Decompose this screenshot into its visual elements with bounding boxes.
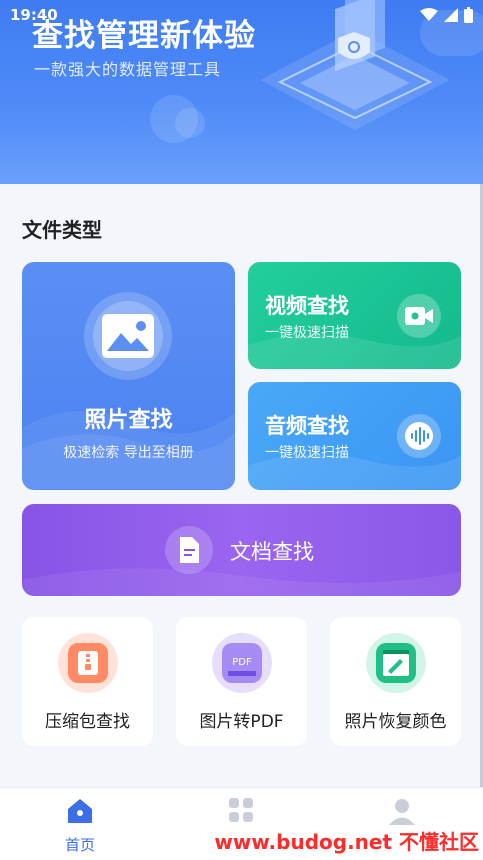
nav-home[interactable]: 首页 <box>40 796 120 855</box>
audio-icon-wrap <box>397 414 441 458</box>
image-icon-wrap <box>84 292 172 380</box>
pdf-icon-wrap: PDF <box>212 633 272 693</box>
status-icons <box>420 7 473 23</box>
document-search-title: 文档查找 <box>230 540 314 564</box>
video-icon-wrap <box>397 294 441 338</box>
photo-search-title: 照片查找 <box>84 408 173 433</box>
photo-colorize-tool[interactable]: 照片恢复颜色 <box>330 617 461 746</box>
audio-search-title: 音频查找 <box>265 414 349 438</box>
nav-home-label: 首页 <box>64 836 95 854</box>
document-icon <box>180 537 199 563</box>
photo-search-card[interactable]: 照片查找 极速检索 导出至相册 <box>22 262 235 490</box>
grid-icon <box>229 798 253 822</box>
signal-icon <box>444 8 458 22</box>
battery-icon <box>464 7 473 23</box>
home-icon <box>68 799 92 823</box>
video-camera-icon <box>405 307 433 325</box>
paint-icon-wrap <box>366 633 426 693</box>
zip-search-label: 压缩包查找 <box>45 712 130 732</box>
image-to-pdf-label: 图片转PDF <box>199 712 284 732</box>
header-banner: 19:40 查找管理新体验 一款强大的数据管理工具 <box>0 0 483 184</box>
header-subtitle: 一款强大的数据管理工具 <box>34 60 222 79</box>
cloud-decoration <box>175 108 205 138</box>
audio-wave-icon <box>405 422 433 450</box>
video-search-card[interactable]: 视频查找 一键极速扫描 <box>248 262 461 369</box>
nav-apps[interactable] <box>201 796 281 828</box>
pdf-icon: PDF <box>222 643 262 683</box>
photo-search-subtitle: 极速检索 导出至相册 <box>63 445 194 461</box>
video-search-subtitle: 一键极速扫描 <box>265 325 349 341</box>
watermark: www.budog.net 不懂社区 <box>214 830 479 854</box>
document-search-card[interactable]: 文档查找 <box>22 504 461 596</box>
header-title: 查找管理新体验 <box>32 18 256 54</box>
app-screen: 19:40 查找管理新体验 一款强大的数据管理工具 文件类型 照片查找 极速检索… <box>0 0 483 860</box>
paint-icon <box>376 643 416 683</box>
pdf-icon-text: PDF <box>232 657 252 668</box>
zip-icon-wrap <box>58 633 118 693</box>
document-icon-wrap <box>165 526 213 574</box>
audio-search-card[interactable]: 音频查找 一键极速扫描 <box>248 382 461 490</box>
video-search-title: 视频查找 <box>265 294 349 318</box>
photo-colorize-label: 照片恢复颜色 <box>344 712 447 732</box>
nav-profile[interactable] <box>362 796 442 830</box>
image-to-pdf-tool[interactable]: PDF 图片转PDF <box>176 617 307 746</box>
zip-icon <box>68 643 108 683</box>
image-icon <box>102 314 154 358</box>
zip-search-tool[interactable]: 压缩包查找 <box>22 617 153 746</box>
wifi-icon <box>420 8 438 21</box>
audio-search-subtitle: 一键极速扫描 <box>265 445 349 461</box>
section-title: 文件类型 <box>22 218 102 242</box>
user-icon <box>389 799 415 825</box>
